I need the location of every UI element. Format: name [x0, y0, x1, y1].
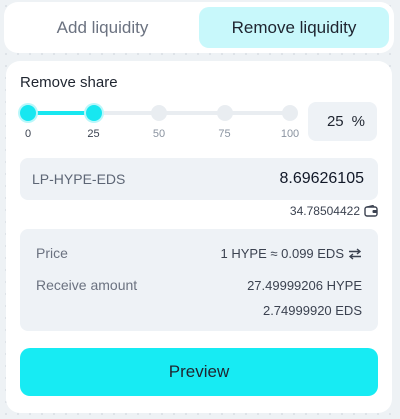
slider-tick-50: 50: [152, 128, 166, 140]
wallet-icon[interactable]: [364, 205, 378, 217]
receive-amount-label: Receive amount: [36, 277, 138, 293]
price-label: Price: [36, 245, 68, 261]
remove-share-label: Remove share: [20, 74, 118, 91]
remove-liquidity-card: Remove share 0 25 50 75 100 25 % LP-HYPE-EDS…: [6, 61, 392, 413]
slider-tick-75: 75: [218, 128, 231, 140]
lp-token-field[interactable]: LP-HYPE-EDS 8.69626105: [20, 158, 378, 200]
share-percent-input[interactable]: 25 %: [308, 102, 377, 141]
slider-tick-25: 25: [87, 128, 100, 140]
slider-tick-100: 100: [280, 128, 300, 140]
tab-add-liquidity[interactable]: Add liquidity: [10, 7, 195, 48]
swap-icon[interactable]: [348, 247, 362, 260]
lp-token-amount[interactable]: 8.69626105: [279, 170, 364, 188]
price-value: 1 HYPE ≈ 0.099 EDS: [220, 246, 344, 261]
lp-balance-value: 34.78504422: [289, 204, 360, 218]
preview-button[interactable]: Preview: [20, 348, 378, 396]
receive-amount-hype: 27.49999206 HYPE: [247, 278, 362, 293]
receive-amount-eds: 2.74999920 EDS: [262, 303, 362, 318]
slider-track-fill: [28, 111, 94, 115]
lp-token-name: LP-HYPE-EDS: [32, 171, 126, 187]
share-percent-value[interactable]: 25: [327, 113, 344, 130]
slider-stop-75[interactable]: [216, 105, 233, 121]
slider-tick-0: 0: [24, 128, 32, 140]
receive-info-panel: Price 1 HYPE ≈ 0.099 EDS Receive amount …: [20, 229, 378, 331]
slider-stop-50[interactable]: [151, 105, 167, 121]
slider-stop-0[interactable]: [20, 105, 36, 121]
slider-stop-25[interactable]: [85, 105, 102, 121]
percent-unit: %: [351, 113, 365, 130]
price-value-row: 1 HYPE ≈ 0.099 EDS: [221, 246, 362, 261]
remove-share-slider[interactable]: 0 25 50 75 100: [6, 101, 306, 141]
tab-remove-liquidity[interactable]: Remove liquidity: [199, 7, 389, 48]
liquidity-tabs: Add liquidity Remove liquidity: [4, 2, 394, 53]
lp-balance[interactable]: 34.78504422: [290, 204, 378, 218]
slider-stop-100[interactable]: [282, 105, 298, 121]
